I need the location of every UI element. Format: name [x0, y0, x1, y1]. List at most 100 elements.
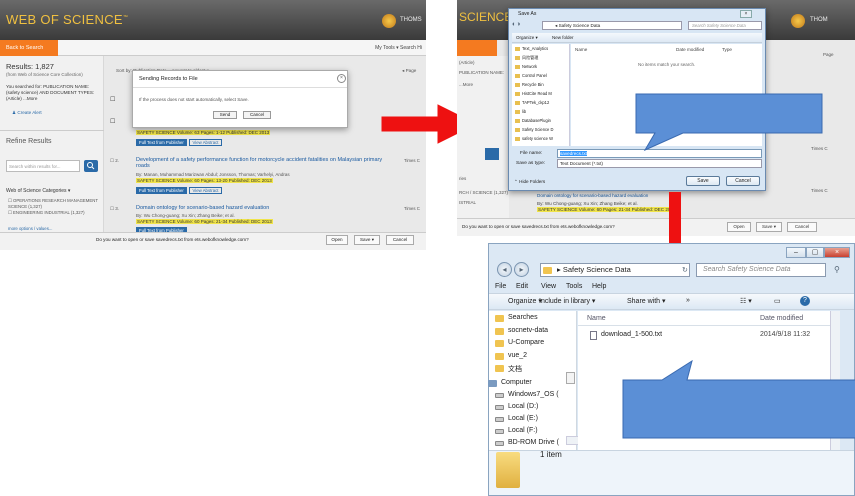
open-button[interactable]: Open [727, 222, 751, 232]
nav-item-drive[interactable]: Local (E:) [508, 415, 538, 422]
refine-search-input[interactable]: Search within results for... [6, 160, 80, 172]
column-name[interactable]: Name [575, 47, 587, 52]
more-button[interactable]: » [686, 297, 690, 304]
record-checkbox[interactable]: ☐ [110, 118, 115, 125]
search-icon[interactable] [485, 148, 499, 160]
nav-item[interactable]: Recycle Bin [522, 82, 544, 87]
column-date[interactable]: Date modified [676, 47, 704, 52]
file-row-name[interactable]: download_1-500.txt [601, 331, 662, 338]
nav-item[interactable]: Searches [508, 314, 538, 321]
more-options-link[interactable]: more options / values... [8, 226, 52, 231]
nav-item[interactable]: U-Compare [508, 339, 544, 346]
nav-item[interactable]: vue_2 [508, 352, 527, 359]
record-checkbox[interactable]: ☐ 2. [110, 158, 119, 164]
close-icon[interactable]: × [740, 10, 752, 18]
select-all-checkbox[interactable]: ☐ [110, 96, 115, 103]
close-icon[interactable]: × [337, 74, 346, 83]
nav-item[interactable]: Network [522, 64, 537, 69]
help-icon[interactable]: ? [800, 296, 810, 306]
address-bar[interactable]: ▸ Safety Science Data [540, 263, 690, 277]
cancel-button[interactable]: Cancel [386, 235, 414, 245]
save-button[interactable]: Save ▾ [756, 222, 782, 232]
hide-folders-button[interactable]: ⌃ Hide Folders [514, 179, 545, 185]
column-type[interactable]: Type [722, 47, 732, 52]
record-title[interactable]: Domain ontology for scenario-based hazar… [537, 193, 648, 198]
nav-item-computer[interactable]: Computer [501, 379, 532, 386]
category-item[interactable]: ☐ ENGINEERING INDUSTRIAL (1,327) [8, 210, 98, 216]
back-to-search-button[interactable] [457, 40, 497, 56]
categories-heading[interactable]: Web of Science Categories ▾ [6, 188, 70, 194]
nav-item[interactable]: safety science W [522, 136, 553, 141]
open-button[interactable]: Open [326, 235, 348, 245]
menu-tools[interactable]: Tools [566, 283, 582, 290]
search-icon[interactable] [84, 160, 98, 172]
cancel-button[interactable]: Cancel [243, 111, 271, 119]
page-nav[interactable]: Page [823, 52, 834, 57]
minimize-button[interactable]: – [786, 247, 806, 258]
page-nav[interactable]: ◂ Page [402, 68, 416, 74]
menu-file[interactable]: File [495, 283, 506, 290]
nav-item[interactable]: Safety Science D [522, 127, 553, 132]
nav-item-drive[interactable]: Local (D:) [508, 403, 538, 410]
nav-item-drive[interactable]: BD-ROM Drive ( [508, 439, 559, 446]
forward-icon[interactable]: ▸ [514, 262, 529, 277]
record-3-title[interactable]: Domain ontology for scenario-based hazar… [136, 205, 269, 211]
organize-button[interactable]: Organize ▾ [508, 297, 542, 305]
back-icon[interactable]: ◂ [497, 262, 512, 277]
view-abstract-button[interactable]: View Abstract [188, 187, 223, 194]
preview-pane-icon[interactable]: ▭ [774, 297, 781, 305]
full-text-button[interactable]: Full Text from Publisher [136, 187, 187, 194]
computer-icon [488, 379, 497, 387]
refresh-icon[interactable]: ↻ [682, 266, 688, 274]
nav-item[interactable]: Text_Analytics [522, 46, 548, 51]
nav-item[interactable]: HistCite Read M [522, 91, 552, 96]
full-text-button[interactable]: Full Text from Publisher [136, 139, 187, 146]
maximize-button[interactable]: ▢ [806, 247, 824, 258]
create-alert-link[interactable]: ♟ Create Alert [12, 110, 42, 116]
dialog-title: Save As [518, 11, 537, 17]
nav-item[interactable]: socnetv-data [508, 327, 548, 334]
menu-help[interactable]: Help [592, 283, 606, 290]
nav-item[interactable]: lib [522, 109, 526, 114]
nav-item[interactable]: Control Panel [522, 73, 547, 78]
category-item[interactable]: ☐ OPERATIONS RESEARCH MANAGEMENT SCIENCE… [8, 198, 98, 209]
search-input[interactable]: Search Safety Science Data [688, 21, 762, 30]
nav-item-drive[interactable]: Windows7_OS ( [508, 391, 559, 398]
include-in-library-button[interactable]: Include in library ▾ [539, 297, 595, 305]
results-source: (from Web of Science Core Collection) [6, 72, 83, 77]
search-input[interactable]: Search Safety Science Data [696, 263, 826, 277]
nav-item[interactable]: 文档 [508, 364, 522, 374]
menu-view[interactable]: View [541, 283, 556, 290]
send-button[interactable]: Send [213, 111, 237, 119]
record-checkbox[interactable]: ☐ 3. [110, 206, 119, 212]
nav-item-drive[interactable]: Local (F:) [508, 427, 538, 434]
collapse-icon[interactable] [566, 372, 575, 384]
save-button[interactable]: Save ▾ [354, 235, 380, 245]
menu-edit[interactable]: Edit [516, 283, 528, 290]
wos-brand[interactable]: WEB OF SCIENCE™ [6, 12, 128, 27]
folder-icon [515, 56, 520, 60]
view-abstract-button[interactable]: View Abstract [188, 139, 223, 146]
my-tools-menu[interactable]: My Tools ▾ Search Hi [375, 45, 422, 51]
view-options-icon[interactable]: ☷ ▾ [740, 297, 752, 305]
organize-button[interactable]: Organize ▾ [516, 35, 538, 41]
savetype-select[interactable]: Text Document (*.txt) [557, 159, 762, 168]
search-icon[interactable]: ⚲ [834, 265, 840, 274]
record-2-title[interactable]: Development of a safety performance func… [136, 157, 386, 169]
close-icon[interactable]: × [824, 247, 850, 258]
record-meta: SAFETY SCIENCE Volume: 60 Pages: 21-34 P… [537, 207, 677, 212]
nav-item[interactable]: DatabasePlugin [522, 118, 551, 123]
nav-item[interactable]: TAPTek_ckp12 [522, 100, 549, 105]
nav-item[interactable]: 风险管理 [522, 55, 538, 61]
back-forward-icon[interactable]: ◐◑ [512, 21, 520, 28]
new-folder-button[interactable]: New folder [552, 35, 574, 40]
side-text: RCH / SCIENCE (1,327) [459, 190, 509, 195]
cancel-button[interactable]: Cancel [787, 222, 817, 232]
cancel-button[interactable]: Cancel [726, 176, 760, 186]
back-to-search-button[interactable]: Back to Search [0, 40, 58, 56]
column-name[interactable]: Name [587, 315, 606, 322]
save-button[interactable]: Save [686, 176, 720, 186]
address-bar[interactable]: ◂ Safety Science Data [542, 21, 682, 30]
share-with-button[interactable]: Share with ▾ [627, 297, 666, 305]
column-date[interactable]: Date modified [760, 315, 803, 322]
